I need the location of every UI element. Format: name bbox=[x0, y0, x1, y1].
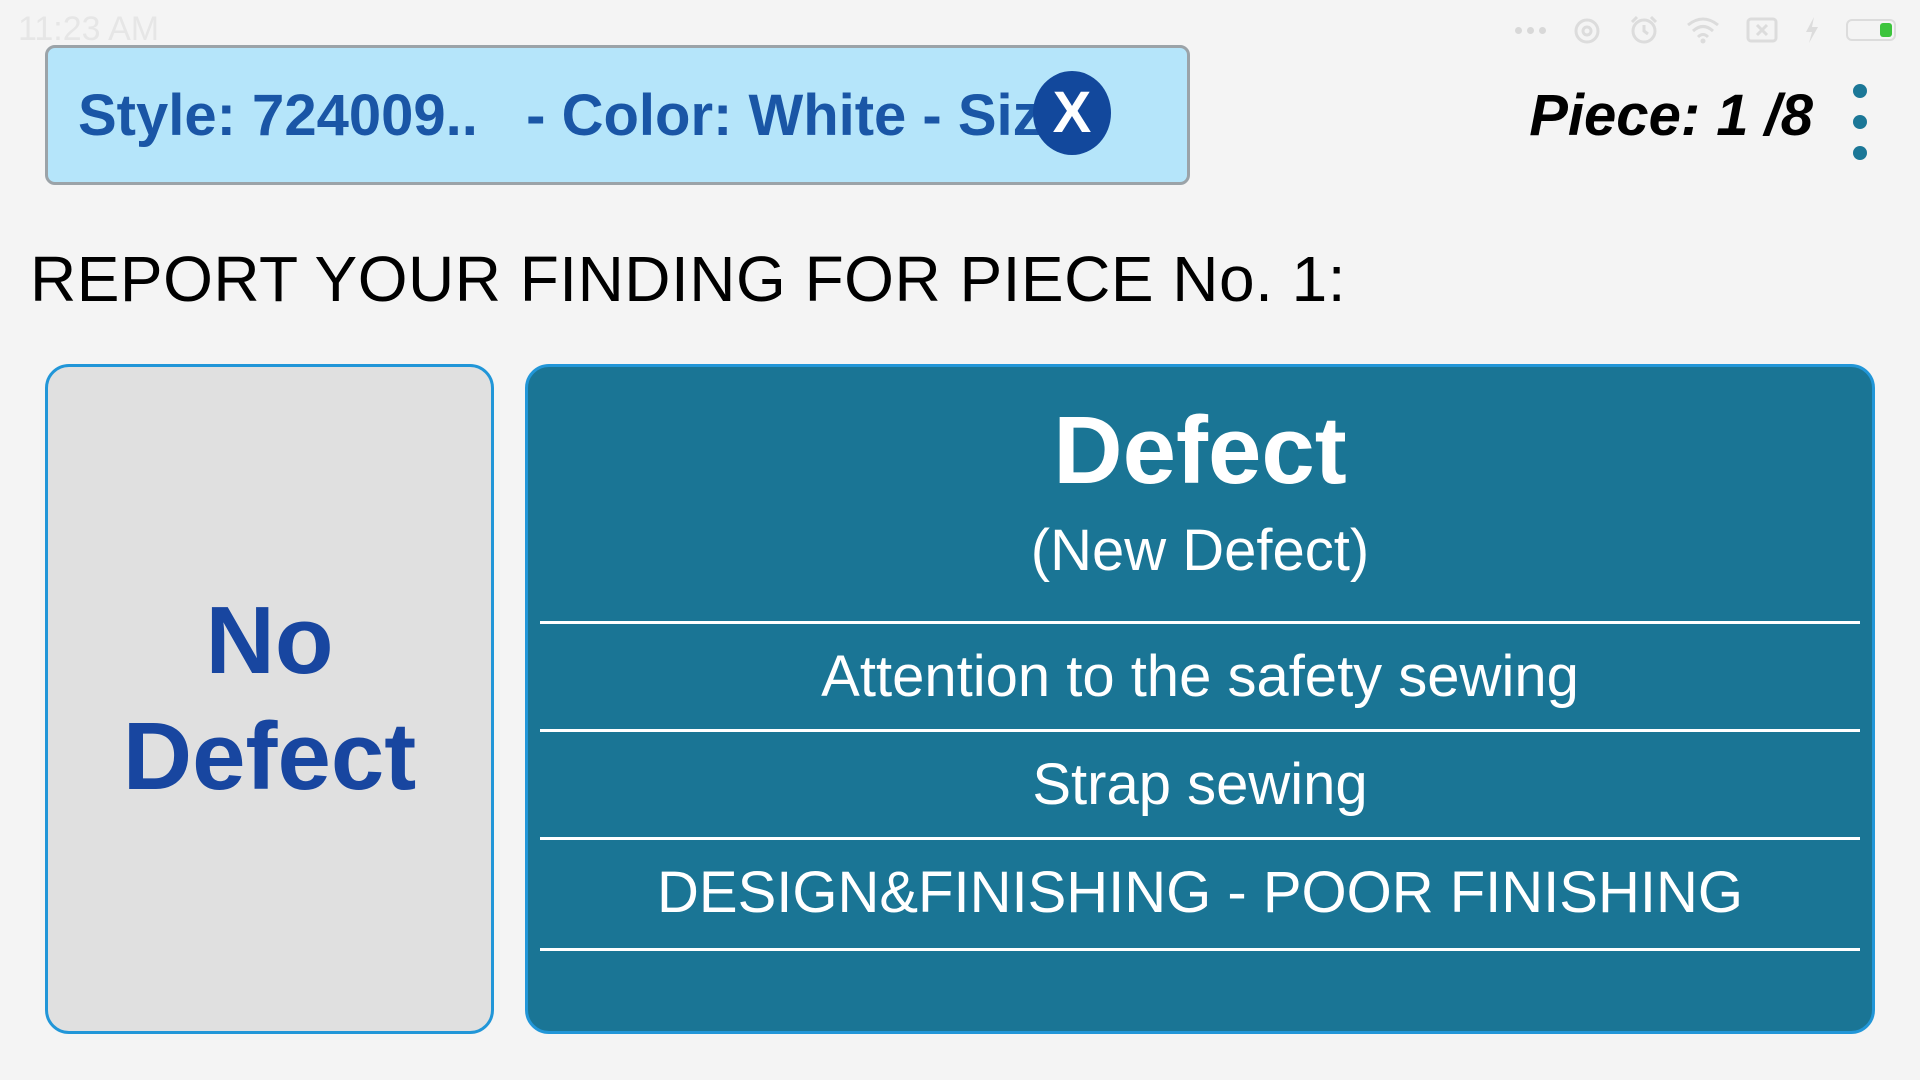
no-defect-line1: No bbox=[205, 587, 334, 694]
style-info-text: Style: 724009.. - Color: White - Size: bbox=[78, 82, 1094, 148]
more-dots-icon bbox=[1515, 26, 1546, 34]
defect-list: Attention to the safety sewing Strap sew… bbox=[540, 621, 1860, 951]
style-info-box: Style: 724009.. - Color: White - Size: bbox=[45, 45, 1190, 185]
status-time: 11:23 AM bbox=[18, 10, 160, 48]
status-icons bbox=[1515, 12, 1896, 48]
wifi-icon bbox=[1687, 17, 1719, 44]
piece-counter: Piece: 1 /8 bbox=[1529, 83, 1813, 148]
charging-icon bbox=[1806, 17, 1818, 43]
defect-title: Defect bbox=[1053, 397, 1347, 504]
no-defect-label: No Defect bbox=[123, 583, 416, 815]
defect-panel: Defect (New Defect) Attention to the saf… bbox=[525, 364, 1875, 1034]
defect-item-poor-finishing[interactable]: DESIGN&FINISHING - POOR FINISHING bbox=[540, 837, 1860, 945]
size-clear-label: X bbox=[1052, 80, 1092, 145]
battery-icon bbox=[1846, 19, 1896, 41]
defect-item-safety-sewing[interactable]: Attention to the safety sewing bbox=[540, 621, 1860, 729]
defect-item-strap-sewing[interactable]: Strap sewing bbox=[540, 729, 1860, 837]
sim-icon bbox=[1746, 17, 1778, 43]
new-defect-button[interactable]: (New Defect) bbox=[528, 522, 1872, 580]
list-divider bbox=[540, 948, 1860, 951]
alarm-clock-icon bbox=[1630, 15, 1658, 44]
no-defect-line2: Defect bbox=[122, 703, 417, 810]
more-vert-icon[interactable] bbox=[1845, 84, 1875, 160]
battery-level bbox=[1880, 23, 1892, 37]
report-prompt: REPORT YOUR FINDING FOR PIECE No. 1: bbox=[30, 243, 1347, 315]
no-defect-button[interactable]: No Defect bbox=[45, 364, 494, 1034]
defect-report-screen: 11:23 AM Style: 724009.. - Color: White … bbox=[0, 0, 1920, 1080]
alarm-icon bbox=[1574, 18, 1600, 44]
size-clear-button[interactable]: X bbox=[1033, 71, 1111, 155]
